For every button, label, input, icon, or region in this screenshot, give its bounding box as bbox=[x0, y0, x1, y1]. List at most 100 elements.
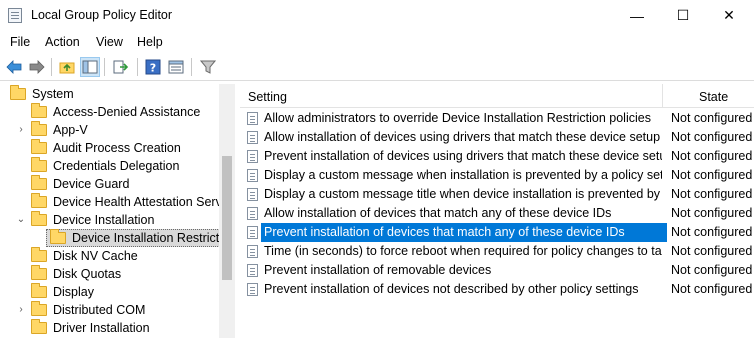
policy-setting-icon bbox=[247, 188, 258, 201]
tree-item-label: Device Health Attestation Servic bbox=[53, 195, 231, 209]
setting-name: Prevent installation of removable device… bbox=[264, 263, 492, 277]
tree-item[interactable]: Access-Denied Assistance bbox=[0, 103, 220, 121]
setting-name: Display a custom message title when devi… bbox=[264, 187, 662, 201]
folder-icon bbox=[31, 139, 47, 154]
column-divider[interactable] bbox=[662, 84, 663, 108]
policy-setting-row[interactable]: Prevent installation of removable device… bbox=[240, 261, 754, 280]
folder-icon bbox=[31, 175, 47, 190]
policy-setting-row[interactable]: Prevent installation of devices using dr… bbox=[240, 147, 754, 166]
policy-setting-row[interactable]: Allow installation of devices that match… bbox=[240, 204, 754, 223]
filter-icon[interactable] bbox=[198, 57, 218, 77]
tree-item[interactable]: Device Guard bbox=[0, 175, 220, 193]
policy-setting-icon bbox=[247, 169, 258, 182]
show-hide-tree-icon[interactable] bbox=[80, 57, 100, 77]
setting-state: Not configured bbox=[671, 111, 753, 125]
forward-arrow-icon[interactable] bbox=[27, 57, 47, 77]
menu-file[interactable]: File bbox=[10, 35, 30, 49]
tree-item[interactable]: › Distributed COM bbox=[0, 301, 220, 319]
policy-setting-icon bbox=[247, 150, 258, 163]
setting-state: Not configured bbox=[671, 149, 753, 163]
up-folder-icon[interactable] bbox=[57, 57, 77, 77]
setting-name: Allow installation of devices that match… bbox=[264, 206, 612, 220]
folder-icon bbox=[31, 247, 47, 262]
setting-name: Prevent installation of devices not desc… bbox=[264, 282, 639, 296]
policy-setting-row[interactable]: Prevent installation of devices not desc… bbox=[240, 280, 754, 299]
folder-icon bbox=[31, 121, 47, 136]
maximize-button[interactable]: ☐ bbox=[660, 0, 706, 31]
back-arrow-icon[interactable] bbox=[4, 57, 24, 77]
toolbar: ? bbox=[0, 54, 754, 81]
tree-item[interactable]: › App-V bbox=[0, 121, 220, 139]
menu-view[interactable]: View bbox=[96, 35, 123, 49]
tree-item-label: Driver Installation bbox=[53, 321, 150, 335]
tree-scrollbar-thumb[interactable] bbox=[222, 156, 232, 280]
setting-state: Not configured bbox=[671, 130, 753, 144]
policy-setting-icon bbox=[247, 245, 258, 258]
tree-item[interactable]: Display bbox=[0, 283, 220, 301]
tree-item-label: App-V bbox=[53, 123, 88, 137]
menu-action[interactable]: Action bbox=[45, 35, 80, 49]
policy-setting-icon bbox=[247, 131, 258, 144]
tree-scrollbar[interactable] bbox=[219, 84, 235, 338]
tree-item-label: Credentials Delegation bbox=[53, 159, 180, 173]
column-header-state[interactable]: State bbox=[699, 90, 728, 104]
setting-state: Not configured bbox=[671, 282, 753, 296]
tree-item-label: Distributed COM bbox=[53, 303, 146, 317]
folder-icon bbox=[31, 103, 47, 118]
policy-setting-icon bbox=[247, 112, 258, 125]
tree-item[interactable]: Disk Quotas bbox=[0, 265, 220, 283]
setting-state: Not configured bbox=[671, 225, 753, 239]
folder-icon bbox=[50, 229, 66, 244]
policy-setting-icon bbox=[247, 264, 258, 277]
policy-setting-row[interactable]: Display a custom message when installati… bbox=[240, 166, 754, 185]
policy-setting-row[interactable]: Allow installation of devices using driv… bbox=[240, 128, 754, 147]
close-button[interactable]: ✕ bbox=[706, 0, 752, 31]
tree-item[interactable]: Audit Process Creation bbox=[0, 139, 220, 157]
policy-setting-row[interactable]: Prevent installation of devices that mat… bbox=[240, 223, 754, 242]
export-list-icon[interactable] bbox=[111, 57, 131, 77]
column-header-setting[interactable]: Setting bbox=[248, 90, 287, 104]
setting-name: Allow installation of devices using driv… bbox=[264, 130, 662, 144]
folder-icon bbox=[31, 283, 47, 298]
tree-item-label: Disk Quotas bbox=[53, 267, 122, 281]
tree-item[interactable]: ⌄ Device Installation bbox=[0, 211, 220, 229]
tree-item-label: Device Installation Restrictio bbox=[72, 231, 230, 245]
policy-setting-row[interactable]: Allow administrators to override Device … bbox=[240, 109, 754, 128]
collapsed-chevron-icon[interactable]: › bbox=[16, 304, 26, 316]
setting-state: Not configured bbox=[671, 187, 753, 201]
tree-item[interactable]: Disk NV Cache bbox=[0, 247, 220, 265]
menu-bar: File Action View Help bbox=[0, 31, 754, 52]
setting-state: Not configured bbox=[671, 244, 753, 258]
folder-icon bbox=[31, 157, 47, 172]
help-icon[interactable]: ? bbox=[143, 57, 163, 77]
properties-view-icon[interactable] bbox=[166, 57, 186, 77]
folder-icon bbox=[31, 301, 47, 316]
collapsed-chevron-icon[interactable]: › bbox=[16, 124, 26, 136]
minimize-button[interactable]: — bbox=[614, 0, 660, 31]
menu-help[interactable]: Help bbox=[137, 35, 163, 49]
tree-item[interactable]: Device Installation Restrictio bbox=[0, 229, 229, 247]
tree-item[interactable]: Device Health Attestation Servic bbox=[0, 193, 231, 211]
tree-item[interactable]: Driver Installation bbox=[0, 319, 220, 337]
tree-item[interactable]: System bbox=[0, 85, 220, 103]
expanded-chevron-icon[interactable]: ⌄ bbox=[16, 214, 26, 226]
setting-name: Time (in seconds) to force reboot when r… bbox=[264, 244, 662, 258]
settings-list: Setting State Allow administrators to ov… bbox=[240, 84, 754, 338]
svg-text:?: ? bbox=[150, 62, 156, 75]
policy-setting-row[interactable]: Time (in seconds) to force reboot when r… bbox=[240, 242, 754, 261]
folder-icon bbox=[31, 265, 47, 280]
policy-setting-row[interactable]: Display a custom message title when devi… bbox=[240, 185, 754, 204]
tree-item-label: System bbox=[32, 87, 74, 101]
setting-state: Not configured bbox=[671, 168, 753, 182]
tree-item[interactable]: Credentials Delegation bbox=[0, 157, 220, 175]
title-bar: Local Group Policy Editor — ☐ ✕ bbox=[0, 0, 754, 31]
policy-tree[interactable]: System Access-Denied Assistance › App-V Audi… bbox=[0, 84, 235, 338]
policy-setting-icon bbox=[247, 226, 258, 239]
